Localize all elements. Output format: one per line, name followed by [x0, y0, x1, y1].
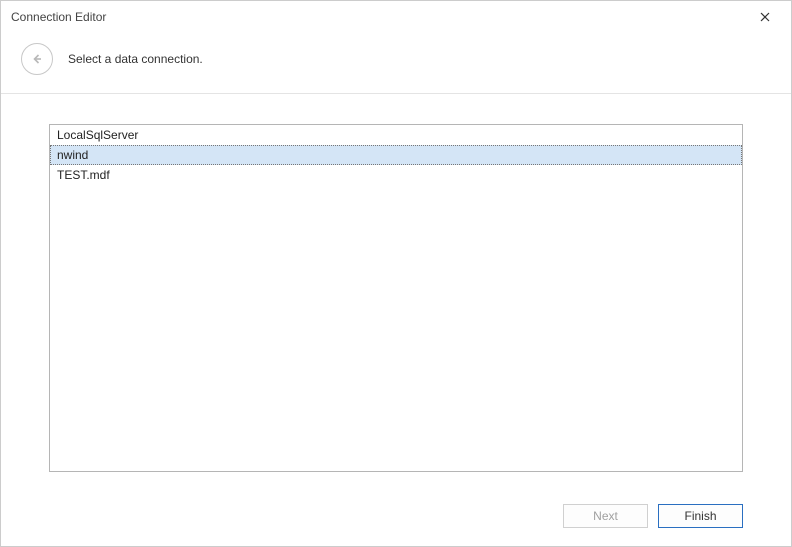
arrow-left-icon: [30, 52, 44, 66]
close-icon: [760, 12, 770, 22]
connections-listbox[interactable]: LocalSqlServernwindTEST.mdf: [49, 124, 743, 472]
header-prompt: Select a data connection.: [68, 52, 203, 66]
back-button[interactable]: [21, 43, 53, 75]
footer: Next Finish: [1, 492, 791, 546]
window-title: Connection Editor: [11, 10, 749, 24]
list-item[interactable]: nwind: [50, 145, 742, 165]
list-item[interactable]: TEST.mdf: [50, 165, 742, 185]
next-button[interactable]: Next: [563, 504, 648, 528]
list-item[interactable]: LocalSqlServer: [50, 125, 742, 145]
connection-editor-window: Connection Editor Select a data connecti…: [0, 0, 792, 547]
content-area: LocalSqlServernwindTEST.mdf: [1, 94, 791, 492]
header-area: Select a data connection.: [1, 33, 791, 93]
finish-button[interactable]: Finish: [658, 504, 743, 528]
close-button[interactable]: [749, 1, 781, 33]
titlebar: Connection Editor: [1, 1, 791, 33]
